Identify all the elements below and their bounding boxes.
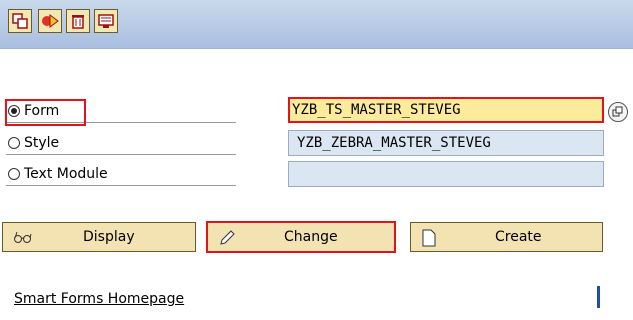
copy-icon [12, 13, 28, 29]
rename-button[interactable] [38, 9, 62, 33]
create-button[interactable]: Create [410, 222, 603, 252]
form-highlight [5, 99, 86, 126]
style-name-input[interactable]: YZB_ZEBRA_MASTER_STEVEG [288, 130, 604, 156]
test-icon [98, 14, 114, 28]
change-label: Change [284, 229, 338, 245]
text-module-input[interactable] [288, 161, 604, 187]
create-label: Create [495, 229, 542, 245]
display-label: Display [83, 229, 135, 245]
pencil-icon [220, 230, 235, 245]
smart-forms-homepage-link[interactable]: Smart Forms Homepage [14, 291, 184, 307]
style-label: Style [24, 135, 60, 151]
delete-button[interactable] [66, 9, 90, 33]
change-button[interactable]: Change [206, 221, 396, 253]
copy-button[interactable] [8, 9, 32, 33]
scroll-indicator [597, 286, 600, 308]
style-radio[interactable] [8, 137, 20, 149]
test-button[interactable] [94, 9, 118, 33]
new-document-icon [422, 229, 436, 247]
option-style[interactable]: Style [6, 133, 236, 155]
text-module-label: Text Module [24, 166, 108, 182]
search-help-button[interactable] [608, 102, 628, 122]
text-module-radio[interactable] [8, 168, 20, 180]
search-help-icon [612, 106, 623, 117]
rename-icon [42, 14, 59, 28]
glasses-icon [14, 231, 32, 243]
delete-icon [72, 15, 84, 29]
display-button[interactable]: Display [2, 222, 196, 252]
application-toolbar [0, 0, 633, 49]
option-text-module[interactable]: Text Module [6, 164, 236, 186]
form-name-input[interactable]: YZB_TS_MASTER_STEVEG [288, 97, 604, 123]
